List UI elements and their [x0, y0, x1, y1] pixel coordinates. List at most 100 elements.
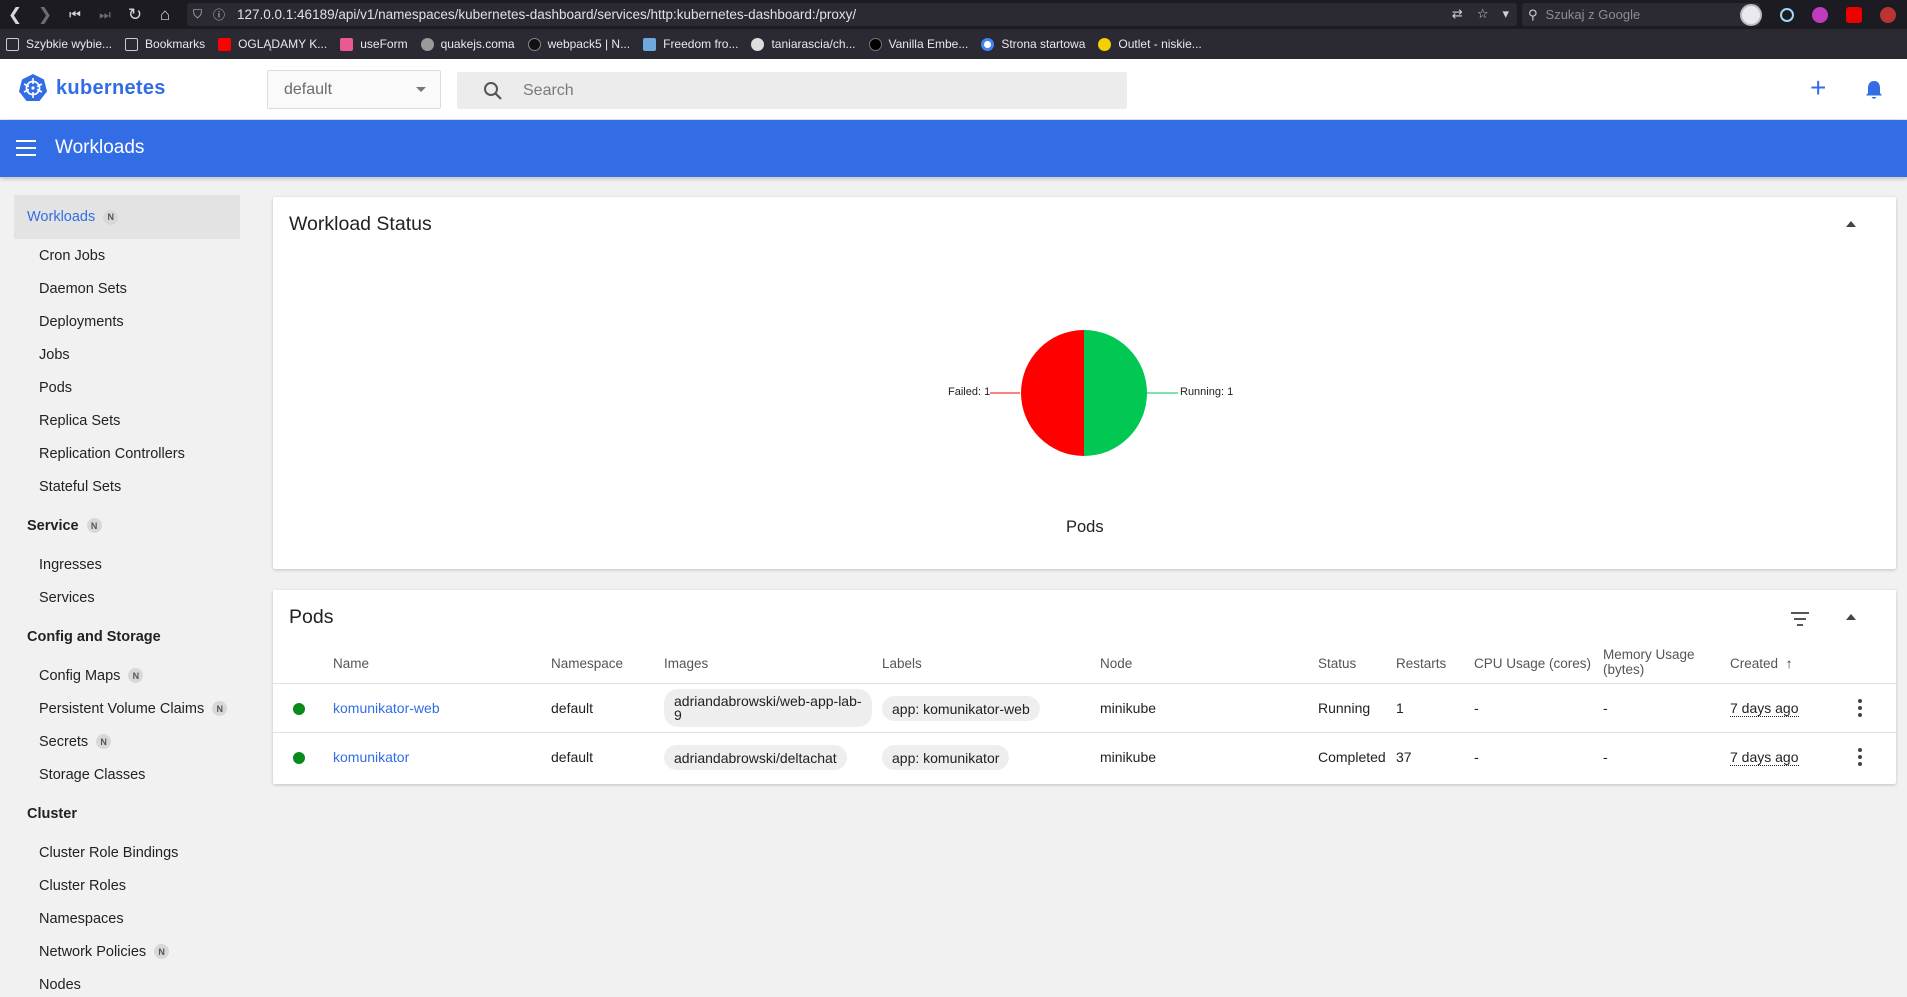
gear-extension-icon[interactable]: [1812, 6, 1828, 23]
folder-icon: [125, 37, 139, 51]
column-header-cpu[interactable]: CPU Usage (cores): [1474, 656, 1591, 671]
sidebar-item-services[interactable]: Services: [14, 581, 240, 614]
pod-cpu: -: [1474, 749, 1479, 765]
home-icon[interactable]: ⌂: [150, 0, 180, 29]
search-bar[interactable]: [457, 72, 1127, 109]
card-title: Pods: [289, 606, 334, 628]
row-actions-icon[interactable]: [1858, 699, 1862, 720]
info-icon[interactable]: ⓘ: [213, 6, 231, 23]
sidebar-item-jobs[interactable]: Jobs: [14, 338, 240, 371]
sidebar-category-config-storage[interactable]: Config and Storage: [14, 620, 240, 653]
row-actions-icon[interactable]: [1858, 748, 1862, 769]
label-chip: app: komunikator-web: [882, 696, 1040, 721]
sidebar-item-stateful-sets[interactable]: Stateful Sets: [14, 470, 240, 503]
sidebar-item-storage-classes[interactable]: Storage Classes: [14, 758, 240, 791]
pod-restarts: 1: [1396, 700, 1404, 716]
web-search-placeholder: Szukaj z Google: [1545, 7, 1641, 22]
translate-icon[interactable]: ⇄: [1452, 6, 1463, 22]
column-header-restarts[interactable]: Restarts: [1396, 656, 1446, 671]
pod-cpu: -: [1474, 700, 1479, 716]
sidebar-item-deployments[interactable]: Deployments: [14, 305, 240, 338]
running-label: Running: 1: [1180, 386, 1234, 398]
sidebar-item-cron-jobs[interactable]: Cron Jobs: [14, 239, 240, 272]
bookmark-item[interactable]: Freedom fro...: [643, 37, 738, 51]
brand-name: kubernetes: [56, 76, 166, 99]
namespace-select[interactable]: default: [267, 70, 441, 109]
brand[interactable]: kubernetes: [18, 73, 166, 103]
sidebar-item-persistent-volume-claims[interactable]: Persistent Volume Claims N: [14, 692, 240, 725]
column-header-node[interactable]: Node: [1100, 656, 1132, 671]
column-header-created[interactable]: Created ↑: [1730, 656, 1793, 671]
puzzle-extension-icon[interactable]: [1880, 6, 1896, 23]
image-chip: adriandabrowski/deltachat: [664, 745, 847, 770]
app-header: kubernetes default +: [0, 59, 1907, 120]
collapse-arrow-icon[interactable]: [1846, 614, 1856, 620]
dropdown-icon[interactable]: ▾: [1502, 6, 1509, 22]
pie-slice-failed[interactable]: [1021, 330, 1084, 456]
pods-table: Name Namespace Images Labels Node Status…: [273, 640, 1896, 782]
column-header-name[interactable]: Name: [333, 656, 369, 671]
pod-restarts: 37: [1396, 749, 1412, 765]
table-row[interactable]: komunikator default adriandabrowski/delt…: [273, 733, 1896, 782]
namespaced-badge: N: [154, 944, 170, 959]
first-page-icon[interactable]: ⏮: [60, 0, 90, 29]
column-header-status[interactable]: Status: [1318, 656, 1356, 671]
sidebar-item-namespaces[interactable]: Namespaces: [14, 902, 240, 935]
bookmark-star-icon[interactable]: ☆: [1477, 6, 1489, 22]
menu-icon[interactable]: [16, 140, 36, 156]
bookmark-item[interactable]: webpack5 | N...: [527, 37, 630, 51]
page-title: Workloads: [55, 137, 145, 158]
url-bar[interactable]: ⛉ ⓘ 127.0.0.1:46189/api/v1/namespaces/ku…: [187, 3, 1517, 26]
sidebar-item-ingresses[interactable]: Ingresses: [14, 548, 240, 581]
reload-icon[interactable]: ↻: [120, 0, 150, 29]
bookmark-item[interactable]: Outlet - niskie...: [1098, 37, 1202, 51]
pods-pie-chart: [990, 330, 1178, 456]
bookmark-item[interactable]: OGLĄDAMY K...: [218, 37, 327, 51]
sidebar-item-network-policies[interactable]: Network Policies N: [14, 935, 240, 968]
sidebar-category-cluster[interactable]: Cluster: [14, 797, 240, 830]
notifications-bell-icon[interactable]: [1863, 79, 1885, 101]
column-header-memory[interactable]: Memory Usage (bytes): [1603, 647, 1695, 677]
bookmark-item[interactable]: Bookmarks: [125, 37, 205, 51]
sidebar-item-nodes[interactable]: Nodes: [14, 968, 240, 997]
column-header-labels: Labels: [882, 656, 922, 671]
sidebar-item-daemon-sets[interactable]: Daemon Sets: [14, 272, 240, 305]
column-header-namespace[interactable]: Namespace: [551, 656, 623, 671]
sidebar-item-replication-controllers[interactable]: Replication Controllers: [14, 437, 240, 470]
profile-avatar-icon[interactable]: [1740, 3, 1762, 26]
react-extension-icon[interactable]: [1780, 7, 1794, 22]
sidebar-category-workloads[interactable]: Workloads N: [14, 195, 240, 239]
web-search-bar[interactable]: ⚲ Szukaj z Google ▼: [1522, 3, 1760, 26]
bookmark-item[interactable]: Strona startowa: [981, 37, 1085, 51]
sidebar-item-replica-sets[interactable]: Replica Sets: [14, 404, 240, 437]
namespaced-badge: N: [103, 209, 119, 225]
last-page-icon[interactable]: ⏭: [90, 0, 120, 29]
pod-name-link[interactable]: komunikator-web: [333, 700, 440, 716]
bookmark-item[interactable]: useForm: [340, 37, 408, 51]
create-plus-icon[interactable]: +: [1810, 74, 1826, 102]
sidebar-item-config-maps[interactable]: Config Maps N: [14, 659, 240, 692]
bookmark-item[interactable]: Szybkie wybie...: [6, 37, 112, 51]
pie-slice-running[interactable]: [1084, 330, 1147, 456]
search-input[interactable]: [523, 81, 1083, 100]
pod-namespace: default: [551, 749, 594, 765]
namespaced-badge: N: [96, 734, 112, 749]
pod-status: Running: [1318, 700, 1371, 716]
youtube-extension-icon[interactable]: [1846, 6, 1862, 23]
sidebar-item-cluster-roles[interactable]: Cluster Roles: [14, 869, 240, 902]
notion-icon: [527, 37, 541, 51]
forward-icon[interactable]: ❯: [30, 0, 60, 29]
sidebar-category-service[interactable]: Service N: [14, 509, 240, 542]
pod-name-link[interactable]: komunikator: [333, 749, 409, 765]
bookmark-item[interactable]: quakejs.coma: [420, 37, 515, 51]
namespace-value: default: [284, 80, 333, 98]
bookmarks-bar: Szybkie wybie... Bookmarks OGLĄDAMY K...…: [0, 29, 1907, 59]
back-icon[interactable]: ❮: [0, 0, 30, 29]
table-row[interactable]: komunikator-web default adriandabrowski/…: [273, 684, 1896, 733]
sidebar-item-pods[interactable]: Pods: [14, 371, 240, 404]
sidebar-item-cluster-role-bindings[interactable]: Cluster Role Bindings: [14, 836, 240, 869]
sidebar-item-secrets[interactable]: Secrets N: [14, 725, 240, 758]
filter-icon[interactable]: [1790, 612, 1810, 630]
bookmark-item[interactable]: Vanilla Embe...: [868, 37, 968, 51]
bookmark-item[interactable]: taniarascia/ch...: [751, 37, 856, 51]
